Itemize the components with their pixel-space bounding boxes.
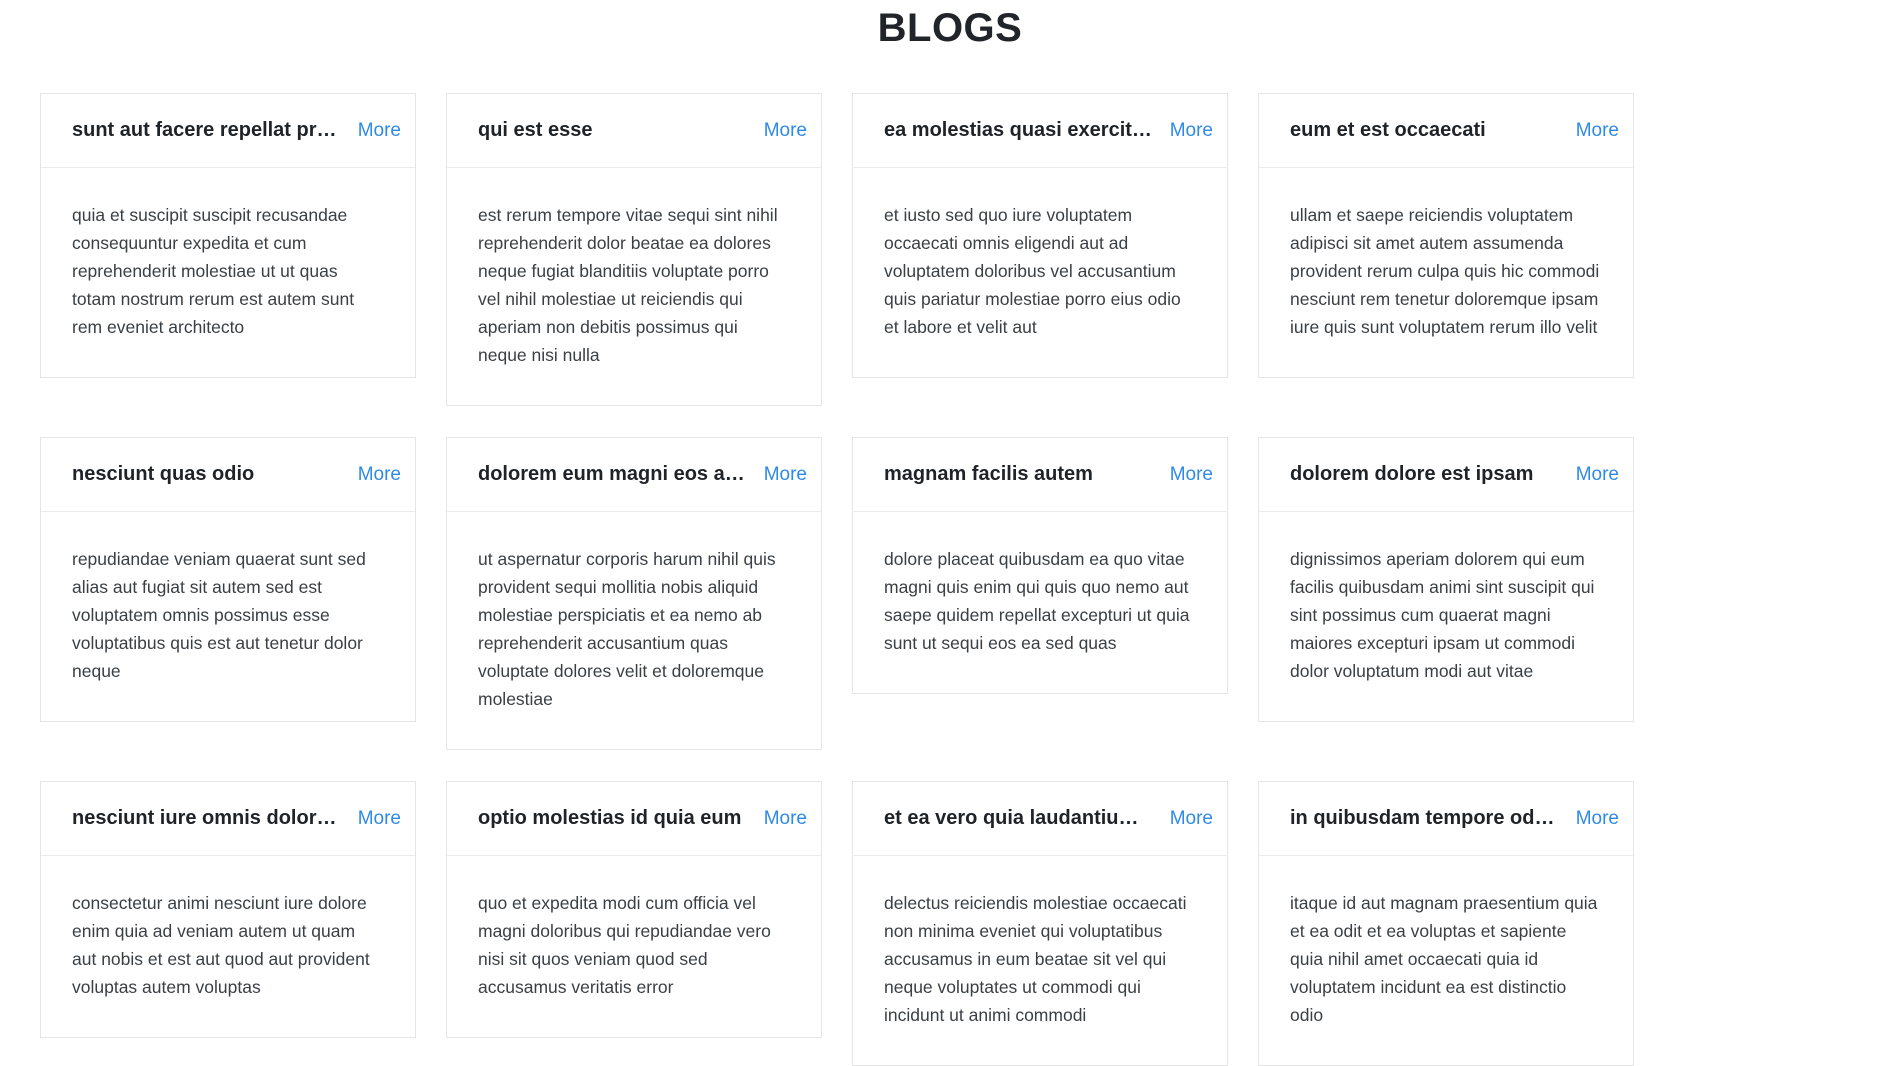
more-link[interactable]: More: [1576, 808, 1619, 830]
blog-card: dolorem eum magni eos aperiam quia More …: [446, 437, 822, 750]
blog-card: qui est esse More est rerum tempore vita…: [446, 93, 822, 406]
more-link[interactable]: More: [1170, 120, 1213, 142]
blog-card: eum et est occaecati More ullam et saepe…: [1258, 93, 1634, 378]
blog-card: in quibusdam tempore odit est dolorem Mo…: [1258, 781, 1634, 1066]
blog-card-header: et ea vero quia laudantium autem More: [853, 782, 1227, 856]
more-link[interactable]: More: [358, 464, 401, 486]
blog-card: magnam facilis autem More dolore placeat…: [852, 437, 1228, 694]
blog-card-header: sunt aut facere repellat provident occae…: [41, 94, 415, 168]
blog-card-title: qui est esse: [478, 119, 593, 141]
blog-card-title: in quibusdam tempore odit est dolorem: [1290, 807, 1560, 829]
more-link[interactable]: More: [764, 808, 807, 830]
blog-card-title: dolorem eum magni eos aperiam quia: [478, 463, 748, 485]
more-link[interactable]: More: [764, 464, 807, 486]
blog-card: et ea vero quia laudantium autem More de…: [852, 781, 1228, 1066]
blog-card-body: quia et suscipit suscipit recusandae con…: [72, 205, 355, 337]
blog-card-body: quo et expedita modi cum officia vel mag…: [478, 893, 771, 997]
blog-card: sunt aut facere repellat provident occae…: [40, 93, 416, 378]
blog-card: ea molestias quasi exercitationem repell…: [852, 93, 1228, 378]
more-link[interactable]: More: [358, 120, 401, 142]
blog-card-body: delectus reiciendis molestiae occaecati …: [884, 893, 1187, 1025]
more-link[interactable]: More: [1170, 464, 1213, 486]
blog-card: nesciunt iure omnis dolorem tempora et a…: [40, 781, 416, 1038]
blog-card-title: nesciunt quas odio: [72, 463, 255, 485]
blog-card-header: dolorem dolore est ipsam More: [1259, 438, 1633, 512]
blog-card-header: in quibusdam tempore odit est dolorem Mo…: [1259, 782, 1633, 856]
blog-card-title: nesciunt iure omnis dolorem tempora et a…: [72, 807, 342, 829]
blog-card-header: ea molestias quasi exercitationem repell…: [853, 94, 1227, 168]
blog-card: nesciunt quas odio More repudiandae veni…: [40, 437, 416, 722]
blog-card-header: nesciunt iure omnis dolorem tempora et a…: [41, 782, 415, 856]
blog-card-body: ut aspernatur corporis harum nihil quis …: [478, 549, 776, 709]
blog-card-body: consectetur animi nesciunt iure dolore e…: [72, 893, 370, 997]
blog-card: optio molestias id quia eum More quo et …: [446, 781, 822, 1038]
more-link[interactable]: More: [1170, 808, 1213, 830]
blog-card-header: optio molestias id quia eum More: [447, 782, 821, 856]
blog-card-header: qui est esse More: [447, 94, 821, 168]
blog-card-body: itaque id aut magnam praesentium quia et…: [1290, 893, 1598, 1025]
blog-card-body: dolore placeat quibusdam ea quo vitae ma…: [884, 549, 1190, 653]
blog-card-title: magnam facilis autem: [884, 463, 1093, 485]
more-link[interactable]: More: [1576, 120, 1619, 142]
blog-card: dolorem dolore est ipsam More dignissimo…: [1258, 437, 1634, 722]
blog-card-body: ullam et saepe reiciendis voluptatem adi…: [1290, 205, 1600, 337]
blog-card-title: optio molestias id quia eum: [478, 807, 742, 829]
blog-card-title: ea molestias quasi exercitationem repell…: [884, 119, 1154, 141]
more-link[interactable]: More: [358, 808, 401, 830]
blog-card-header: dolorem eum magni eos aperiam quia More: [447, 438, 821, 512]
more-link[interactable]: More: [764, 120, 807, 142]
page-title: BLOGS: [877, 6, 1023, 50]
blog-card-title: dolorem dolore est ipsam: [1290, 463, 1534, 485]
blog-card-body: et iusto sed quo iure voluptatem occaeca…: [884, 205, 1181, 337]
blog-card-title: et ea vero quia laudantium autem: [884, 807, 1154, 829]
blog-card-title: eum et est occaecati: [1290, 119, 1486, 141]
blog-card-body: dignissimos aperiam dolorem qui eum faci…: [1290, 549, 1595, 681]
blog-grid: sunt aut facere repellat provident occae…: [40, 93, 1634, 1066]
blog-card-header: eum et est occaecati More: [1259, 94, 1633, 168]
blog-card-body: repudiandae veniam quaerat sunt sed alia…: [72, 549, 366, 681]
blog-card-body: est rerum tempore vitae sequi sint nihil…: [478, 205, 778, 365]
more-link[interactable]: More: [1576, 464, 1619, 486]
blog-card-title: sunt aut facere repellat provident occae…: [72, 119, 342, 141]
blog-card-header: magnam facilis autem More: [853, 438, 1227, 512]
blog-card-header: nesciunt quas odio More: [41, 438, 415, 512]
